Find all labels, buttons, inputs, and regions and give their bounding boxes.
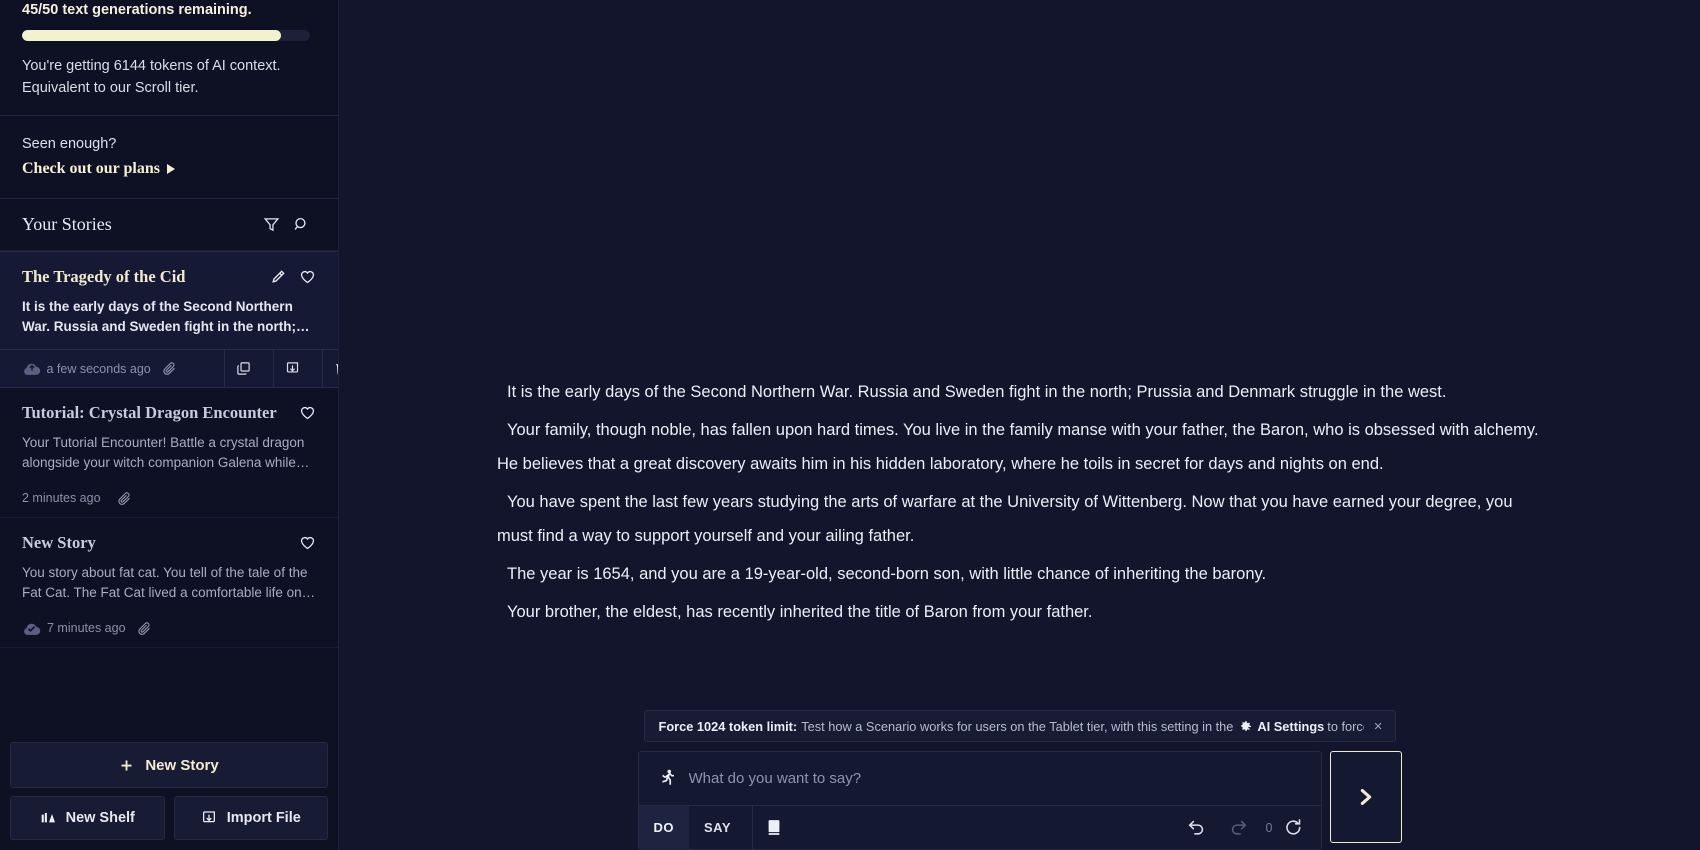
mode-do-button[interactable]: DO [638, 805, 689, 850]
new-shelf-label: New Shelf [65, 810, 135, 826]
ai-settings-link[interactable]: AI Settings [1257, 719, 1324, 734]
notification-toast: Force 1024 token limit: Test how a Scena… [643, 710, 1396, 742]
story-timestamp: 2 minutes ago [22, 491, 101, 505]
story-meta: 2 minutes ago [22, 479, 316, 517]
filter-icon[interactable] [256, 210, 286, 240]
send-chevron-icon [1355, 786, 1377, 808]
story-timestamp: 7 minutes ago [47, 621, 126, 635]
toast-text: Force 1024 token limit: Test how a Scena… [659, 719, 1364, 734]
trash-icon[interactable] [322, 349, 338, 388]
story-meta: a few seconds ago [0, 349, 338, 388]
usage-panel: 45/50 text generations remaining. You're… [0, 0, 338, 116]
download-icon[interactable] [273, 349, 311, 388]
main-content: It is the early days of the Second North… [339, 0, 1700, 850]
story-title: The Tragedy of the Cid [22, 267, 186, 286]
composer-toolbar: DO SAY 0 [638, 805, 1321, 850]
stories-header: Your Stories [0, 199, 338, 251]
story-card-tutorial-crystal-dragon-encounter[interactable]: Tutorial: Crystal Dragon Encounter Your … [0, 388, 338, 518]
story-paragraph: You have spent the last few years studyi… [497, 493, 1513, 545]
cloud-check-icon [22, 621, 41, 636]
plus-icon [119, 758, 134, 773]
story-paragraph: Your family, though noble, has fallen up… [497, 421, 1539, 473]
toast-body-before: Test how a Scenario works for users on t… [801, 718, 1234, 734]
import-file-label: Import File [226, 810, 301, 826]
retry-count: 0 [1265, 820, 1273, 835]
import-file-button[interactable]: Import File [173, 796, 328, 840]
sidebar-footer: New Story New Shelf Import File [0, 742, 338, 850]
context-tokens-line: You're getting 6144 tokens of AI context… [22, 58, 281, 74]
paperclip-icon[interactable] [137, 621, 152, 636]
toast-label: Force 1024 token limit: [658, 718, 798, 734]
send-button[interactable] [1329, 751, 1402, 843]
redo-icon[interactable] [1218, 806, 1260, 850]
new-shelf-button[interactable]: New Shelf [10, 796, 165, 840]
story-timestamp: a few seconds ago [46, 361, 151, 376]
story-card-header-icons [299, 532, 316, 551]
story-card-header: The Tragedy of the Cid [22, 266, 316, 288]
pencil-icon[interactable] [270, 269, 286, 285]
undo-icon[interactable] [1176, 806, 1218, 850]
sidebar-footer-row: New Shelf Import File [10, 796, 328, 850]
triangle-right-icon [166, 164, 175, 174]
toast-body-after: to force the… [1327, 718, 1363, 734]
plans-question: Seen enough? [22, 136, 117, 152]
story-description: Your Tutorial Encounter! Battle a crysta… [22, 435, 305, 477]
input-zone: Force 1024 token limit: Test how a Scena… [339, 710, 1700, 850]
sidebar: 45/50 text generations remaining. You're… [0, 0, 339, 850]
composer: DO SAY [637, 751, 1322, 850]
paperclip-icon[interactable] [112, 491, 132, 506]
retry-icon[interactable] [1279, 806, 1321, 850]
context-tier-line: Equivalent to our Scroll tier. [22, 80, 199, 96]
heart-icon[interactable] [299, 534, 316, 551]
story-text[interactable]: It is the early days of the Second North… [497, 375, 1542, 633]
story-title: New Story [22, 533, 96, 552]
generations-remaining-label: 45/50 text generations remaining. [22, 2, 252, 18]
close-icon[interactable]: × [1364, 718, 1383, 735]
check-out-plans-label: Check out our plans [22, 160, 160, 177]
new-story-button[interactable]: New Story [10, 742, 328, 788]
story-card-new-story[interactable]: New Story You story about fat cat. You t… [0, 518, 338, 648]
composer-wrap: DO SAY [637, 751, 1402, 850]
mode-say-button[interactable]: SAY [689, 806, 746, 850]
story-card-the-tragedy-of-the-cid[interactable]: The Tragedy of the Cid It is the early d… [0, 251, 338, 388]
shelf-icon [40, 810, 56, 826]
new-story-label: New Story [145, 756, 219, 774]
story-description: It is the early days of the Second North… [22, 299, 297, 341]
story-paragraph: Your brother, the eldest, has recently i… [507, 603, 1093, 621]
stories-title: Your Stories [22, 214, 112, 234]
story-card-header: New Story [22, 532, 316, 554]
story-title: Tutorial: Crystal Dragon Encounter [22, 403, 277, 422]
generations-progress-bar [22, 30, 310, 41]
generations-progress-fill [22, 30, 282, 41]
composer-input[interactable] [688, 770, 1303, 787]
cloud-upload-icon [22, 361, 41, 376]
paperclip-icon[interactable] [162, 361, 177, 376]
check-out-plans-link[interactable]: Check out our plans [22, 160, 316, 178]
composer-input-row [639, 752, 1321, 805]
story-description: You story about fat cat. You tell of the… [22, 565, 308, 607]
story-card-header: Tutorial: Crystal Dragon Encounter [22, 402, 316, 424]
story-meta: 7 minutes ago [22, 609, 316, 647]
duplicate-icon[interactable] [224, 349, 262, 388]
heart-icon[interactable] [299, 268, 316, 285]
gear-icon [1239, 720, 1252, 733]
story-card-header-icons [299, 402, 316, 421]
story-card-header-icons [270, 266, 316, 285]
story-paragraph: The year is 1654, and you are a 19-year-… [507, 565, 1267, 583]
search-icon[interactable] [286, 210, 316, 240]
book-icon[interactable] [753, 806, 795, 850]
running-person-icon [659, 769, 676, 788]
heart-icon[interactable] [299, 404, 316, 421]
import-icon [201, 810, 217, 826]
plans-panel: Seen enough? Check out our plans [0, 116, 338, 199]
story-list: The Tragedy of the Cid It is the early d… [0, 251, 338, 742]
story-paragraph: It is the early days of the Second North… [507, 383, 1447, 401]
